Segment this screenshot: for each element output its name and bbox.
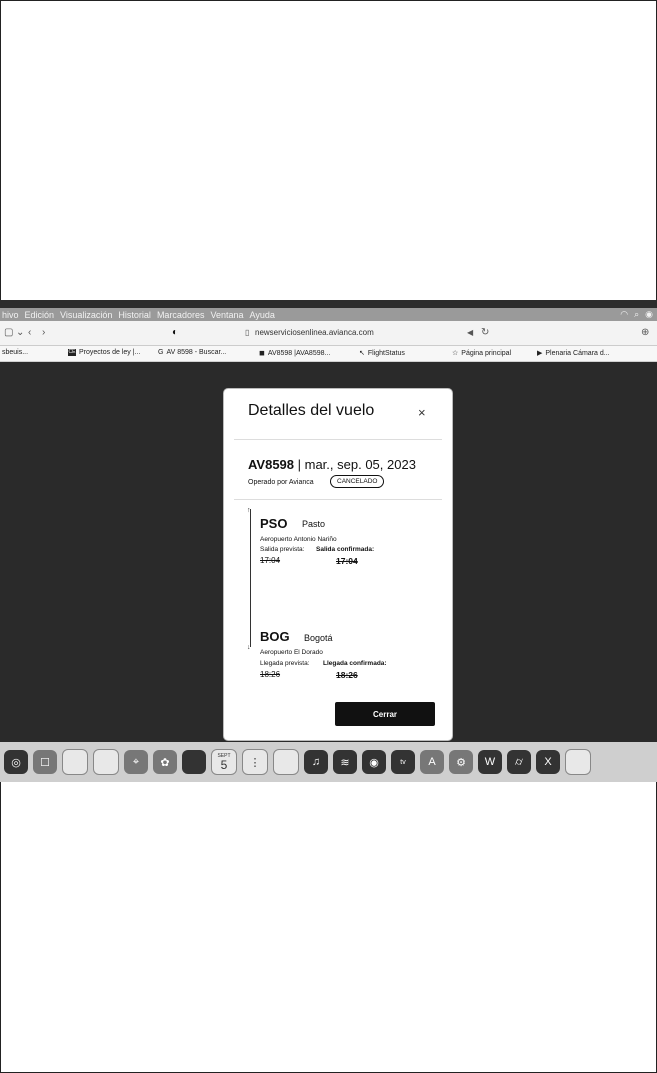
arrival-confirmed-label: Llegada confirmada: [323,660,387,667]
browser-toolbar: ▢ ⌄ ‹ › ◐ ▯ newserviciosenlinea.avianca.… [0,321,657,346]
calendar-icon[interactable]: SEPT 5 [211,749,237,775]
bookmark-item[interactable]: CE Proyectos de ley |... [68,349,140,356]
departure-confirmed-label: Salida confirmada: [316,546,375,553]
google-icon: G [158,349,164,356]
downloads-icon[interactable] [565,749,591,775]
flightaware-icon: ◼ [259,350,265,357]
photos-icon[interactable]: ✿ [153,750,177,774]
route-timeline [250,509,251,647]
status-badge: CANCELADO [330,475,385,488]
flight-code: AV8598 [248,457,295,472]
bookmark-item[interactable]: ▶ Plenaria Cámara d... [537,349,610,358]
menu-item-ventana[interactable]: Ventana [210,310,243,320]
bookmark-item[interactable]: ☆ Página principal [452,349,512,358]
bookmark-label: FlightStatus [367,349,405,357]
podcasts-icon[interactable]: ◉ [362,750,386,774]
menu-item-historial[interactable]: Historial [118,310,151,320]
departure-airport: Aeropuerto Antonio Nariño [260,536,337,543]
flight-heading: AV8598 | mar., sep. 05, 2023 [248,457,416,472]
menu-item-marcadores[interactable]: Marcadores [157,310,205,320]
safari-icon[interactable]: ⌭ [507,750,531,774]
arrival-scheduled-time: 18:26 [260,670,281,679]
chevron-down-icon[interactable]: ⌄ [16,327,24,338]
departure-confirmed-time: 17:04 [336,556,358,566]
sidebar-toggle-icon[interactable]: ▢ [4,327,13,338]
bookmark-label: AV8598 |AVA8598... [267,349,331,357]
modal-title: Detalles del vuelo [248,402,375,419]
reminders-icon[interactable]: ⋮ [242,749,268,775]
files-icon[interactable] [93,749,119,775]
notes-icon[interactable] [273,749,299,775]
departure-scheduled-time: 17:04 [260,556,281,565]
lock-icon: ▯ [245,328,250,337]
privacy-shield-icon[interactable]: ◐ [172,327,178,338]
bookmark-label: Página principal [461,349,512,357]
plane-icon: ↖ [359,350,365,357]
flight-separator: | [294,457,305,472]
menu-item-ayuda[interactable]: Ayuda [250,310,275,320]
back-icon[interactable]: ‹ [28,327,31,338]
new-tab-icon[interactable]: ⊕ [641,327,649,338]
maps-icon[interactable]: ⌖ [124,750,148,774]
settings-icon[interactable]: ⚙ [449,750,473,774]
excel-icon[interactable]: X [536,750,560,774]
control-center-icon[interactable]: ◉ [645,309,653,320]
bookmark-label: sbeuis... [2,349,29,356]
divider [234,439,442,440]
close-button[interactable]: Cerrar [335,702,435,726]
bookmark-item[interactable]: G AV 8598 - Buscar... [158,349,226,356]
app-icon[interactable] [182,750,206,774]
arrival-scheduled-label: Llegada prevista: [260,660,310,667]
menu-item-edicion[interactable]: Edición [25,310,55,320]
departure-city: Pasto [302,519,326,529]
wifi-icon[interactable]: ◠ [620,309,628,320]
bookmark-item[interactable]: ↖ FlightStatus [359,349,405,358]
arrival-airport: Aeropuerto El Dorado [260,649,323,656]
app-store-icon[interactable]: A [420,750,444,774]
address-bar[interactable]: newserviciosenlinea.avianca.com [255,328,374,337]
search-icon[interactable]: ⌕ [634,309,639,320]
music-icon[interactable]: ♫ [304,750,328,774]
flight-date: mar., sep. 05, 2023 [304,457,416,472]
chrome-icon[interactable]: ◎ [4,750,28,774]
finder-icon[interactable]: ☐ [33,750,57,774]
arrival-city: Bogotá [304,633,333,643]
bookmark-label: Plenaria Cámara d... [545,349,610,357]
dock: ◎ ☐ ⌖ ✿ SEPT 5 ⋮ ♫ ≋ ◉ tv A ⚙ W ⌭ X [0,742,657,782]
status-icons: ◠ ⌕ ◉ [620,309,657,320]
bookmark-item[interactable]: sbeuis... [2,349,28,356]
operated-by: Operado por Avianca [248,479,314,486]
flight-details-modal: Detalles del vuelo × AV8598 | mar., sep.… [224,389,452,740]
audio-icon[interactable]: ◀ [467,328,473,337]
arrival-confirmed-time: 18:26 [336,670,358,680]
word-icon[interactable]: W [478,750,502,774]
spotify-icon[interactable]: ≋ [333,750,357,774]
forward-icon[interactable]: › [42,327,45,338]
youtube-icon: ▶ [537,350,543,357]
bookmark-item[interactable]: ◼ AV8598 |AVA8598... [259,349,331,358]
reload-icon[interactable]: ↻ [481,327,489,338]
bookmark-label: AV 8598 - Buscar... [166,349,227,356]
star-icon: ☆ [452,350,459,357]
departure-code: PSO [260,516,288,531]
menu-item-visualizacion[interactable]: Visualización [60,310,112,320]
bookmark-label: Proyectos de ley |... [79,349,141,356]
close-icon[interactable]: × [418,405,426,420]
departure-scheduled-label: Salida prevista: [260,546,305,553]
calendar-day: 5 [220,757,228,772]
arrival-code: BOG [260,629,290,644]
bookmarks-bar: sbeuis... CE Proyectos de ley |... G AV … [0,346,657,362]
preview-icon[interactable] [62,749,88,775]
menu-item-archivo[interactable]: hivo [2,310,19,320]
tv-icon[interactable]: tv [391,750,415,774]
divider [234,499,442,500]
menu-bar: hivo Edición Visualización Historial Mar… [0,308,657,321]
timeline-end-icon: ↓ [247,644,251,651]
ce-icon: CE [68,349,76,356]
